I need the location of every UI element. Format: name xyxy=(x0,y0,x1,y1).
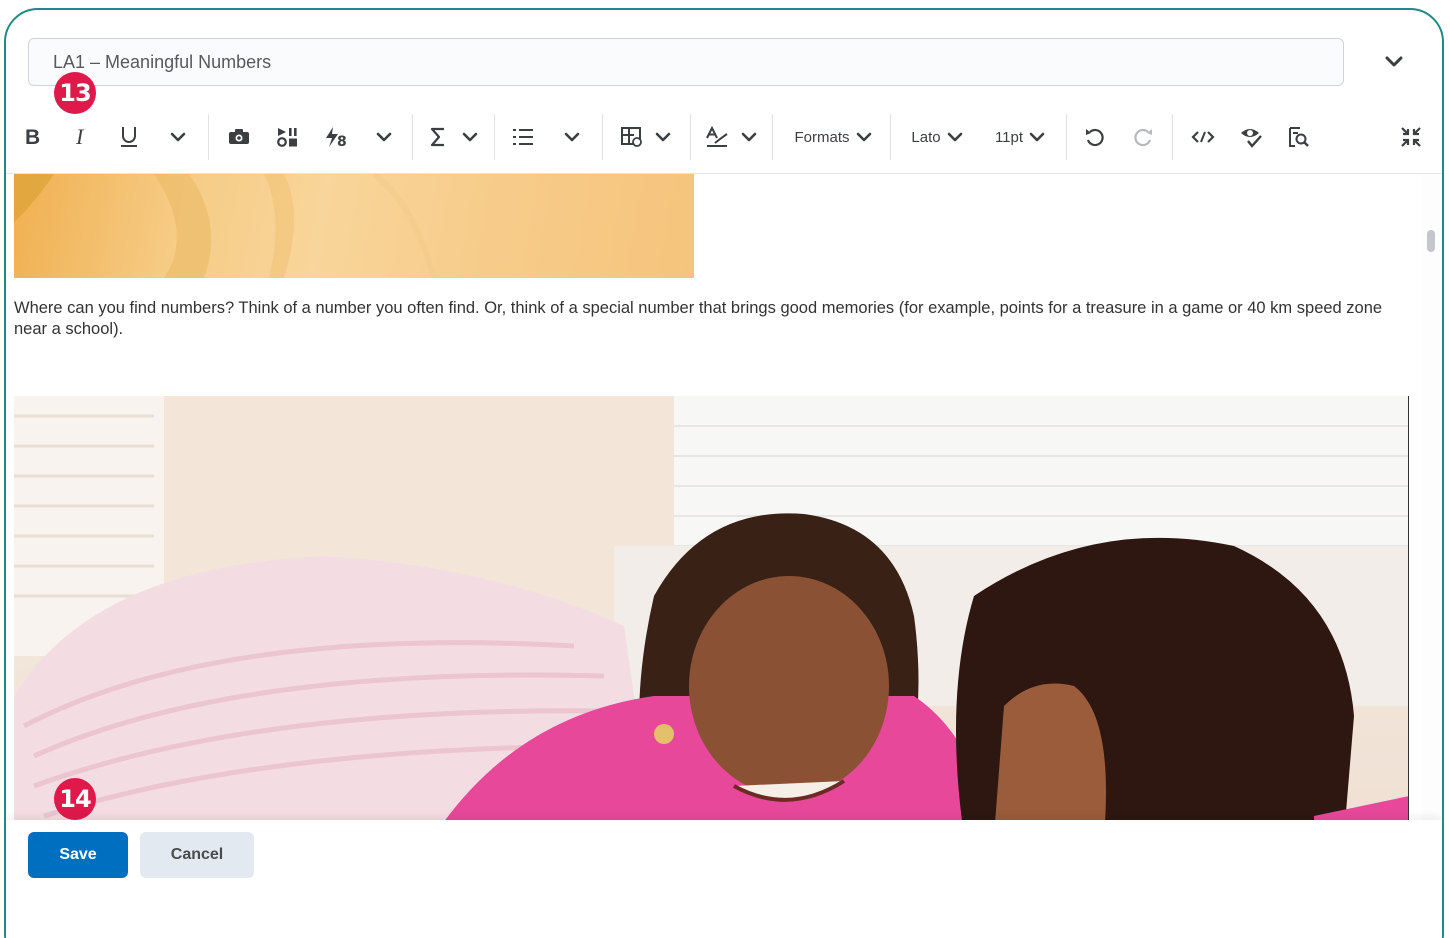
chevron-down-icon xyxy=(1029,132,1045,142)
formats-label: Formats xyxy=(794,128,850,146)
table-icon xyxy=(621,127,642,147)
source-code-button[interactable] xyxy=(1188,120,1218,154)
font-size-dropdown[interactable]: 11pt xyxy=(988,120,1052,154)
callout-badge-13: 13 xyxy=(54,72,96,114)
bold-icon: B xyxy=(25,127,40,147)
font-size-label: 11pt xyxy=(994,128,1024,146)
spellcheck-button[interactable] xyxy=(702,120,732,154)
toolbar-separator xyxy=(1172,114,1173,160)
cancel-button[interactable]: Cancel xyxy=(140,832,254,878)
toolbar-separator xyxy=(494,114,495,160)
insert-more-dropdown[interactable] xyxy=(370,120,398,154)
chevron-down-icon xyxy=(376,132,392,142)
list-dropdown[interactable] xyxy=(558,120,586,154)
sum-icon xyxy=(430,127,444,147)
toolbar-separator xyxy=(412,114,413,160)
preview-button[interactable] xyxy=(1284,120,1314,154)
title-value: LA1 – Meaningful Numbers xyxy=(53,51,272,72)
table-dropdown[interactable] xyxy=(650,120,676,154)
font-family-label: Lato xyxy=(911,128,941,146)
fullscreen-exit-button[interactable] xyxy=(1396,120,1426,154)
chevron-down-icon xyxy=(170,132,186,142)
svg-text:B: B xyxy=(25,127,40,147)
insert-stuff-button[interactable] xyxy=(272,120,302,154)
callout-badge-14: 14 xyxy=(54,778,96,820)
fabric-photo xyxy=(14,174,437,278)
chevron-down-icon xyxy=(655,132,671,142)
underline-button[interactable] xyxy=(114,120,144,154)
content-scrollbar[interactable] xyxy=(1422,174,1440,820)
preview-icon xyxy=(1289,127,1309,147)
table-button[interactable] xyxy=(616,120,646,154)
editor-frame: LA1 – Meaningful Numbers 13 B I 8 Format… xyxy=(4,8,1444,938)
equation-icon: 8 xyxy=(326,127,347,148)
redo-icon xyxy=(1134,128,1152,147)
fullscreen-exit-icon xyxy=(1401,127,1421,147)
main-image xyxy=(14,396,1409,820)
source-code-icon xyxy=(1191,131,1215,143)
chevron-down-icon xyxy=(856,132,871,142)
insert-image-icon xyxy=(229,129,249,144)
redo-button[interactable] xyxy=(1128,120,1158,154)
svg-text:8: 8 xyxy=(337,134,347,148)
bold-button[interactable]: B xyxy=(18,120,48,154)
editor-toolbar: B I 8 Formats Lato 11pt xyxy=(6,110,1442,174)
insert-stuff-icon xyxy=(277,128,297,147)
equation-button[interactable]: 8 xyxy=(320,120,350,154)
list-icon xyxy=(513,129,533,145)
undo-icon xyxy=(1086,128,1104,147)
italic-button[interactable]: I xyxy=(66,120,96,154)
math-dropdown[interactable] xyxy=(458,120,482,154)
footer-bar: Save Cancel xyxy=(6,820,1442,938)
chevron-down-icon xyxy=(947,132,962,142)
save-button[interactable]: Save xyxy=(28,832,128,878)
accessibility-check-icon xyxy=(1241,129,1262,148)
formats-dropdown[interactable]: Formats xyxy=(790,120,876,154)
spellcheck-dropdown[interactable] xyxy=(736,120,762,154)
format-more-dropdown[interactable] xyxy=(164,120,192,154)
italic-icon: I xyxy=(75,127,85,147)
list-button[interactable] xyxy=(508,120,538,154)
underline-icon xyxy=(121,127,137,147)
top-image xyxy=(14,174,694,278)
editor-content-area[interactable]: Where can you find numbers? Think of a n… xyxy=(6,174,1422,820)
spellcheck-icon xyxy=(706,126,728,147)
title-input[interactable]: LA1 – Meaningful Numbers xyxy=(28,38,1344,86)
toolbar-separator xyxy=(890,114,891,160)
chevron-down-icon xyxy=(462,132,478,142)
body-paragraph: Where can you find numbers? Think of a n… xyxy=(14,299,1383,338)
svg-text:I: I xyxy=(75,127,85,147)
toolbar-separator xyxy=(690,114,691,160)
toolbar-separator xyxy=(602,114,603,160)
toolbar-separator xyxy=(208,114,209,160)
collapse-chevron-button[interactable] xyxy=(1378,48,1410,76)
sum-button[interactable] xyxy=(426,120,450,154)
toolbar-separator xyxy=(1066,114,1067,160)
chevron-down-icon xyxy=(741,132,757,142)
insert-image-button[interactable] xyxy=(224,120,254,154)
girls-reading-photo xyxy=(14,396,1408,820)
toolbar-separator xyxy=(772,114,773,160)
scrollbar-thumb[interactable] xyxy=(1427,230,1435,252)
accessibility-check-button[interactable] xyxy=(1236,120,1266,154)
font-family-dropdown[interactable]: Lato xyxy=(906,120,968,154)
chevron-down-icon xyxy=(564,132,580,142)
undo-button[interactable] xyxy=(1080,120,1110,154)
chevron-down-icon xyxy=(1385,56,1403,67)
